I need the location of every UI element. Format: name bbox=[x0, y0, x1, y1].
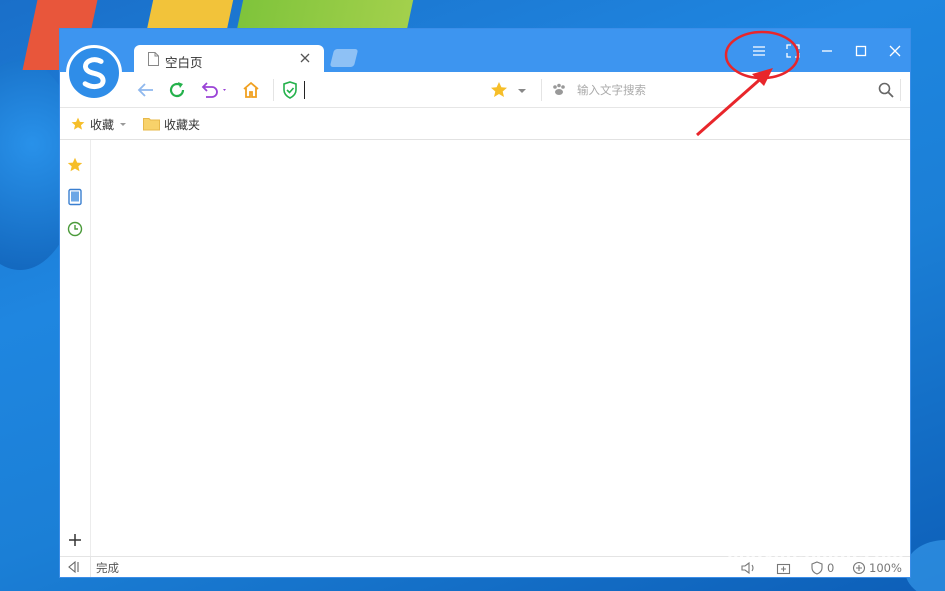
sidebar-toggle-icon[interactable] bbox=[66, 560, 82, 574]
security-shield-icon[interactable] bbox=[280, 80, 300, 100]
dropdown-icon[interactable] bbox=[515, 80, 529, 100]
toolbar-separator bbox=[541, 79, 542, 101]
screenshot-button[interactable] bbox=[776, 560, 792, 575]
toolbar-separator bbox=[900, 79, 901, 101]
star-icon[interactable] bbox=[489, 80, 509, 100]
page-content[interactable] bbox=[91, 140, 910, 557]
toolbar-separator bbox=[273, 79, 274, 101]
sidebar bbox=[60, 140, 91, 557]
desktop-decoration bbox=[236, 0, 414, 30]
clock-icon[interactable] bbox=[66, 220, 84, 238]
zoom-level: 100% bbox=[869, 560, 902, 575]
desktop-decoration bbox=[146, 0, 234, 30]
zoom-button[interactable]: 100% bbox=[852, 560, 902, 575]
maximize-button[interactable] bbox=[848, 39, 874, 63]
status-separator bbox=[90, 557, 91, 577]
tab-title: 空白页 bbox=[165, 55, 203, 70]
search-icon[interactable] bbox=[876, 80, 896, 100]
address-bar-cursor[interactable] bbox=[304, 81, 305, 99]
undo-icon[interactable] bbox=[199, 80, 229, 100]
shield-icon bbox=[811, 560, 823, 575]
menu-icon bbox=[753, 46, 765, 56]
back-icon[interactable] bbox=[136, 80, 156, 100]
title-bar: 空白页 bbox=[60, 29, 910, 73]
close-tab-icon[interactable] bbox=[296, 49, 314, 67]
menu-button[interactable] bbox=[746, 39, 772, 63]
adblock-button[interactable]: 0 bbox=[810, 560, 834, 575]
close-window-button[interactable] bbox=[882, 39, 908, 63]
speaker-icon bbox=[741, 561, 754, 574]
screenshot-icon bbox=[776, 563, 791, 574]
zoom-icon bbox=[852, 561, 866, 574]
star-icon bbox=[71, 117, 85, 130]
refresh-icon[interactable] bbox=[167, 80, 187, 100]
close-window-icon bbox=[889, 45, 901, 57]
favorites-menu[interactable]: 收藏 bbox=[70, 115, 128, 133]
search-input[interactable]: 输入文字搜索 bbox=[577, 82, 646, 98]
tab-blank-page[interactable]: 空白页 bbox=[134, 45, 324, 73]
volume-button[interactable] bbox=[740, 560, 758, 575]
browser-window: 空白页 输入文字搜索 收藏 收藏夹 完成 0 100% bbox=[59, 28, 911, 578]
minimize-button[interactable] bbox=[814, 39, 840, 63]
favorites-bar: 收藏 收藏夹 bbox=[60, 108, 910, 140]
folder-icon bbox=[143, 118, 160, 131]
fullscreen-button[interactable] bbox=[780, 39, 806, 63]
adblock-count: 0 bbox=[827, 560, 835, 575]
sogou-logo-icon bbox=[66, 45, 122, 101]
status-bar: 完成 0 100% bbox=[60, 556, 910, 577]
favorites-folder[interactable]: 收藏夹 bbox=[143, 115, 200, 133]
paw-icon[interactable] bbox=[550, 80, 568, 100]
page-icon bbox=[148, 52, 159, 66]
status-text: 完成 bbox=[96, 561, 119, 575]
maximize-icon bbox=[855, 45, 867, 57]
minimize-icon bbox=[822, 50, 832, 52]
favorites-label: 收藏 bbox=[90, 117, 115, 132]
dropdown-icon bbox=[120, 123, 127, 126]
new-tab-icon[interactable] bbox=[329, 49, 359, 67]
tablet-icon[interactable] bbox=[66, 188, 84, 206]
navigation-toolbar: 输入文字搜索 bbox=[60, 72, 910, 108]
desktop-swoosh bbox=[905, 540, 945, 591]
star-icon[interactable] bbox=[66, 156, 84, 174]
add-icon[interactable] bbox=[66, 531, 84, 549]
folder-label: 收藏夹 bbox=[164, 117, 201, 132]
fullscreen-icon bbox=[786, 44, 800, 58]
home-icon[interactable] bbox=[241, 80, 261, 100]
